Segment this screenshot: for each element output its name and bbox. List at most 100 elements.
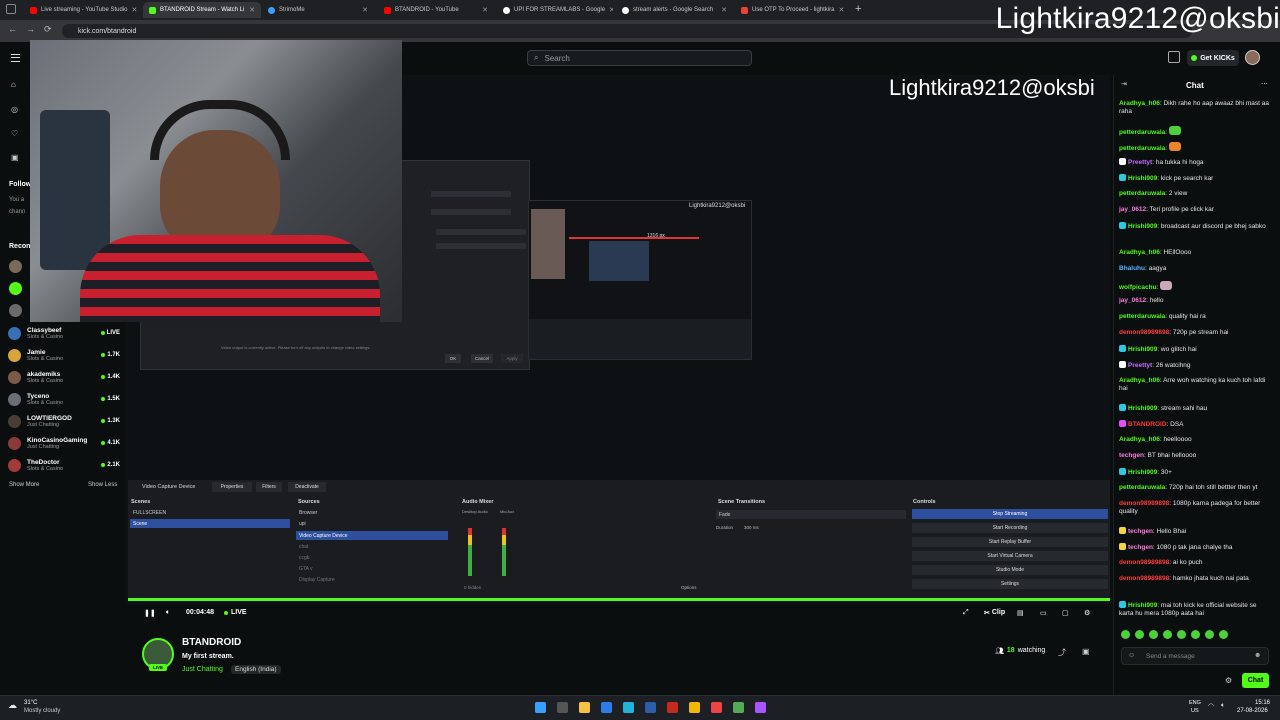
close-icon[interactable]: ✕ <box>838 6 844 14</box>
emoji-icon[interactable]: ☺ <box>1128 652 1135 659</box>
chat-username[interactable]: wolfpicachu <box>1119 284 1157 291</box>
chat-users-icon[interactable]: ⋯ <box>1261 80 1268 88</box>
search-input[interactable]: ⌕ Search <box>527 50 752 66</box>
quick-emote-icon[interactable] <box>1177 630 1186 639</box>
show-more-link[interactable]: Show More <box>9 482 39 488</box>
channel-avatar[interactable] <box>9 282 22 295</box>
menu-icon[interactable] <box>11 54 20 62</box>
profile-avatar[interactable] <box>1245 50 1260 65</box>
close-icon[interactable]: ✕ <box>482 6 488 14</box>
quick-emote-icon[interactable] <box>1205 630 1214 639</box>
chat-username[interactable]: petterdaruwala <box>1119 190 1165 197</box>
chat-input[interactable]: Send a message <box>1121 647 1269 665</box>
close-icon[interactable]: ✕ <box>721 6 727 14</box>
chat-username[interactable]: Hrishi909 <box>1128 223 1157 230</box>
chat-username[interactable]: Hrishi909 <box>1128 469 1157 476</box>
close-icon[interactable]: ✕ <box>132 6 138 14</box>
chat-username[interactable]: techgen <box>1128 544 1153 551</box>
browser-tab-active[interactable]: BTANDROID Stream - Watch Li ✕ <box>143 2 261 18</box>
quick-emote-icon[interactable] <box>1191 630 1200 639</box>
chat-username[interactable]: jay_0612 <box>1119 206 1146 213</box>
clip-list-icon[interactable]: ▤ <box>1017 609 1024 617</box>
chat-username[interactable]: Hrishi909 <box>1128 346 1157 353</box>
chat-username[interactable]: Bhaluhu <box>1119 265 1145 272</box>
language-top[interactable]: ENG <box>1189 700 1201 706</box>
start-icon[interactable] <box>535 702 546 713</box>
close-icon[interactable]: ✕ <box>609 6 613 14</box>
theater-icon[interactable]: ⤢ <box>963 609 969 617</box>
show-less-link[interactable]: Show Less <box>88 482 117 488</box>
store-icon[interactable] <box>623 702 634 713</box>
browser-tab[interactable]: UPI FOR STREAMLABS - Google ✕ <box>497 2 613 18</box>
chat-username[interactable]: Aradhya_h06 <box>1119 377 1160 384</box>
chat-username[interactable]: techgen <box>1119 452 1144 459</box>
sidebar-channel[interactable]: KinoCasinoGaming Just Chatting 4.1K <box>8 432 120 454</box>
volume-icon[interactable]: 🔈︎ <box>166 609 170 617</box>
chat-settings-icon[interactable]: ⚙ <box>1225 676 1232 685</box>
weather-temp[interactable]: 31°C <box>24 700 37 706</box>
chat-username[interactable]: Aradhya_h06 <box>1119 249 1160 256</box>
chat-emote-picker-icon[interactable]: ☻ <box>1254 652 1261 659</box>
quick-emote-icon[interactable] <box>1219 630 1228 639</box>
chat-username[interactable]: Hrishi909 <box>1128 405 1157 412</box>
live-progress-bar[interactable] <box>128 598 1110 601</box>
sidebar-channel[interactable]: Classybeef Slots & Casino LIVE <box>8 322 120 344</box>
sidebar-channel[interactable]: akademiks Slots & Casino 1.4K <box>8 366 120 388</box>
share-icon[interactable]: ⤴ <box>1058 647 1066 658</box>
quick-emote-icon[interactable] <box>1163 630 1172 639</box>
chat-username[interactable]: Hrishi909 <box>1128 602 1157 609</box>
sidebar-channel[interactable]: TheDoctor Slots & Casino 2.1K <box>8 454 120 476</box>
browser-tab[interactable]: Use OTP To Proceed - lightkira ✕ <box>735 2 850 18</box>
pause-icon[interactable]: ❚❚ <box>144 609 156 617</box>
chat-username[interactable]: Aradhya_h06 <box>1119 436 1160 443</box>
chrome-icon[interactable] <box>689 702 700 713</box>
chat-send-button[interactable]: Chat <box>1242 673 1269 688</box>
quick-emote-icon[interactable] <box>1149 630 1158 639</box>
stream-category[interactable]: Just Chatting <box>182 666 223 673</box>
sidebar-channel[interactable]: Jamie Slots & Casino 1.7K <box>8 344 120 366</box>
back-icon[interactable]: ← <box>8 24 17 34</box>
edge-icon[interactable] <box>601 702 612 713</box>
quick-emote-icon[interactable] <box>1135 630 1144 639</box>
chat-username[interactable]: techgen <box>1128 528 1153 535</box>
wifi-icon[interactable]: ◠ <box>1208 702 1214 710</box>
chat-username[interactable]: BTANDROID <box>1128 421 1167 428</box>
pip-icon[interactable]: ▭ <box>1040 609 1047 617</box>
channel-avatar[interactable] <box>9 304 22 317</box>
settings-icon[interactable]: ⚙ <box>1084 609 1090 617</box>
chat-username[interactable]: petterdaruwala <box>1119 129 1165 136</box>
app-icon[interactable] <box>755 702 766 713</box>
speaker-icon[interactable]: 🔈︎ <box>1221 702 1225 710</box>
app-icon[interactable] <box>733 702 744 713</box>
chat-username[interactable]: jay_0612 <box>1119 297 1146 304</box>
heart-icon[interactable]: ♡ <box>11 129 18 138</box>
chat-username[interactable]: petterdaruwala <box>1119 145 1165 152</box>
channel-avatar[interactable] <box>9 260 22 273</box>
chat-username[interactable]: petterdaruwala <box>1119 313 1165 320</box>
app-icon[interactable] <box>711 702 722 713</box>
close-icon[interactable]: ✕ <box>362 6 368 14</box>
browser-tab[interactable]: StrimoMe ✕ <box>262 2 374 18</box>
quick-emote-icon[interactable] <box>1121 630 1130 639</box>
rewards-icon[interactable]: ▣ <box>11 153 19 162</box>
chat-username[interactable]: Preettyt <box>1128 362 1152 369</box>
clock-time[interactable]: 15:16 <box>1255 700 1270 706</box>
tab-search-icon[interactable] <box>6 4 16 14</box>
clip-button[interactable]: ✂ Clip <box>984 609 1005 617</box>
browser-tab[interactable]: Live streaming - YouTube Studio ✕ <box>24 2 142 18</box>
close-icon[interactable]: ✕ <box>249 6 255 14</box>
streamer-name[interactable]: BTANDROID <box>182 637 241 648</box>
chat-username[interactable]: demon98989898 <box>1119 500 1169 507</box>
sidebar-channel[interactable]: LOWTIERGOD Just Chatting 1.3K <box>8 410 120 432</box>
chat-username[interactable]: Aradhya_h06 <box>1119 100 1160 107</box>
home-icon[interactable]: ⌂ <box>11 80 16 89</box>
weather-desc[interactable]: Mostly cloudy <box>24 708 60 714</box>
new-tab-button[interactable]: + <box>855 3 861 15</box>
chat-username[interactable]: Preettyt <box>1128 159 1152 166</box>
sidebar-channel[interactable]: Tyceno Slots & Casino 1.5K <box>8 388 120 410</box>
browse-icon[interactable]: ◎ <box>11 105 18 114</box>
collapse-chat-icon[interactable]: ⇥ <box>1121 80 1127 88</box>
chat-username[interactable]: petterdaruwala <box>1119 484 1165 491</box>
language-tag[interactable]: English (India) <box>231 665 281 674</box>
language-bottom[interactable]: US <box>1191 708 1199 714</box>
